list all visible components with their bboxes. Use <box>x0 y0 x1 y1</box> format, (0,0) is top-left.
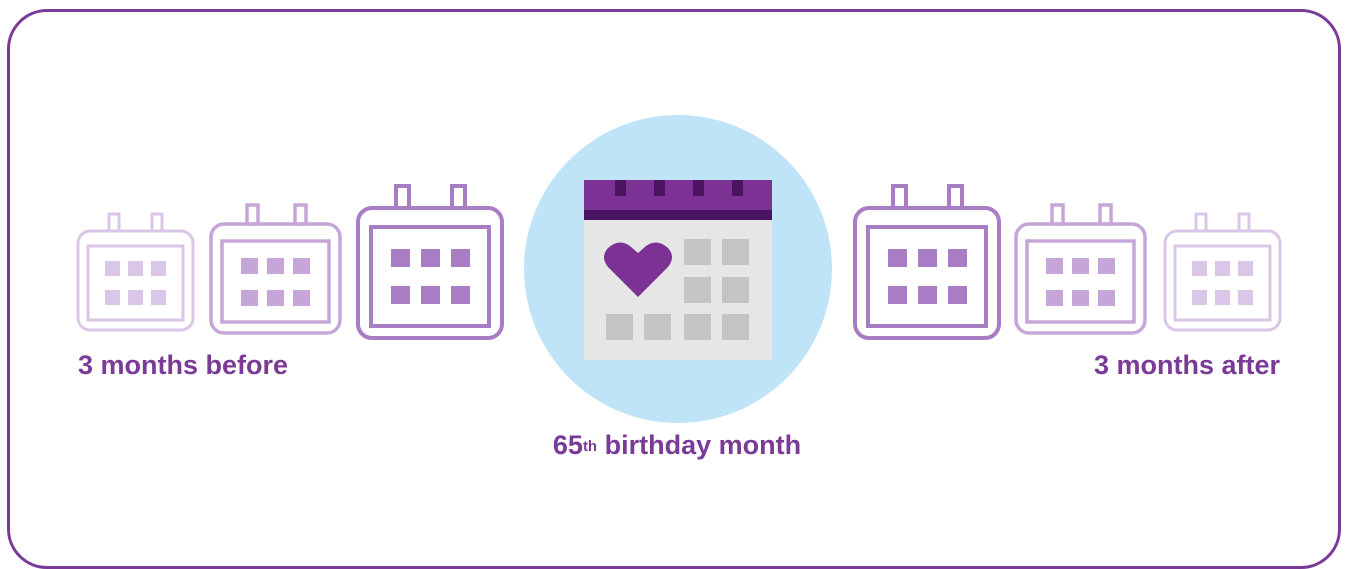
birthday-calendar-group <box>524 115 832 423</box>
calendar-icon-before-3 <box>76 212 195 332</box>
calendar-icon-after-3 <box>1163 212 1282 332</box>
calendar-icon-before-2 <box>209 203 342 335</box>
birthday-suffix: th <box>582 438 598 455</box>
calendar-icon-after-1 <box>853 184 1001 340</box>
label-months-after: 3 months after <box>1093 350 1280 380</box>
label-months-before: 3 months before <box>78 350 289 380</box>
timeline-diagram: 3 months before 3 months after 65th birt… <box>0 0 1354 561</box>
label-birthday-month: 65th birthday month <box>0 429 1354 461</box>
calendar-heart-icon <box>584 180 772 360</box>
calendar-icon-before-1 <box>356 184 504 340</box>
birthday-number: 65 <box>552 430 583 460</box>
birthday-rest: birthday month <box>597 430 802 460</box>
calendar-icon-after-2 <box>1014 203 1147 335</box>
